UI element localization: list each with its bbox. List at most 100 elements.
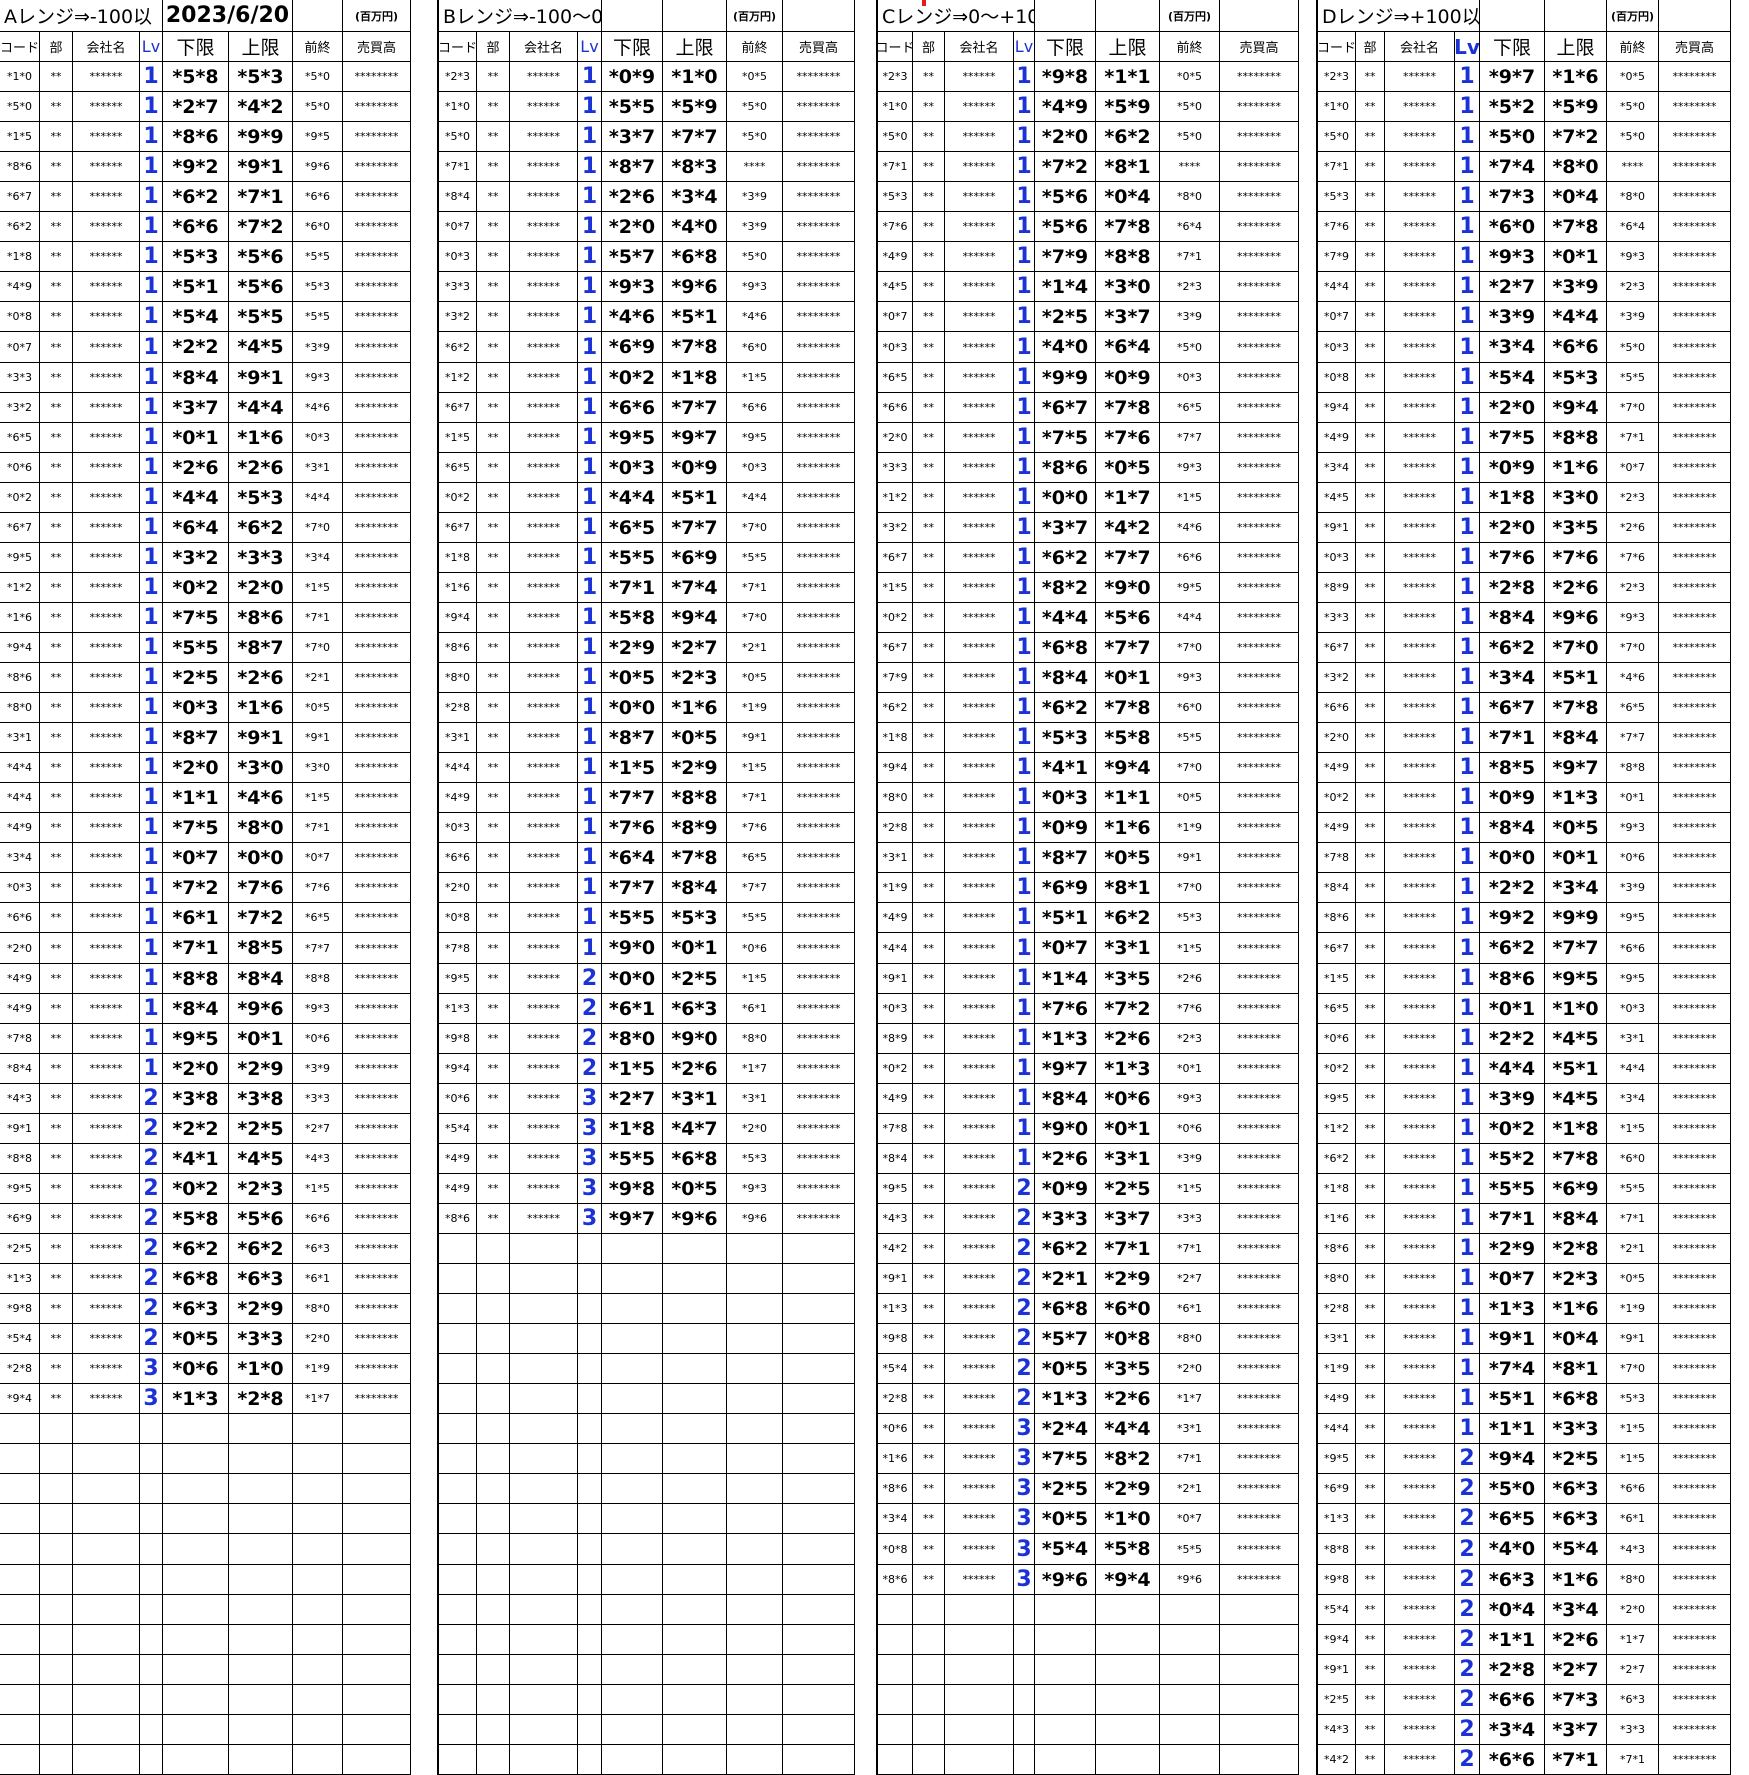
table-cell[interactable]: ********: [343, 393, 411, 423]
table-cell[interactable]: ******: [945, 332, 1014, 363]
empty-cell[interactable]: [140, 1745, 163, 1775]
table-cell[interactable]: *1*3: [437, 994, 477, 1024]
table-cell[interactable]: 3: [1014, 1444, 1035, 1474]
table-cell[interactable]: **: [40, 1204, 73, 1234]
table-cell[interactable]: 1: [1455, 1324, 1480, 1354]
table-cell[interactable]: *9*8: [1035, 62, 1096, 92]
table-cell[interactable]: ******: [1385, 1745, 1455, 1775]
table-cell[interactable]: *3*3: [1607, 1715, 1659, 1745]
table-cell[interactable]: *3*7: [1545, 1715, 1607, 1745]
table-cell[interactable]: *8*0: [437, 663, 477, 693]
empty-cell[interactable]: [140, 1534, 163, 1565]
empty-cell[interactable]: [293, 1565, 343, 1595]
table-cell[interactable]: **: [40, 1354, 73, 1384]
table-cell[interactable]: *5*3: [727, 1144, 783, 1174]
table-cell[interactable]: *8*1: [1545, 1354, 1607, 1384]
table-cell[interactable]: **: [1356, 1474, 1385, 1504]
table-cell[interactable]: 1: [1455, 573, 1480, 603]
table-cell[interactable]: ********: [343, 1204, 411, 1234]
table-cell[interactable]: *0*1: [1545, 843, 1607, 873]
table-cell[interactable]: 1: [140, 92, 163, 122]
table-cell[interactable]: *6*4: [1607, 212, 1659, 242]
table-cell[interactable]: ******: [510, 393, 578, 423]
table-cell[interactable]: ********: [1659, 302, 1731, 332]
table-cell[interactable]: ******: [945, 903, 1014, 933]
table-cell[interactable]: *8*6: [0, 663, 40, 693]
table-cell[interactable]: ********: [343, 573, 411, 603]
empty-cell[interactable]: [602, 1565, 663, 1595]
table-cell[interactable]: *5*8: [163, 1204, 229, 1234]
table-cell[interactable]: *2*3: [1607, 272, 1659, 302]
table-cell[interactable]: **: [40, 212, 73, 242]
table-cell[interactable]: ******: [73, 92, 140, 122]
table-cell[interactable]: ******: [945, 783, 1014, 813]
table-cell[interactable]: *2*1: [727, 633, 783, 663]
table-cell[interactable]: 1: [140, 964, 163, 994]
table-cell[interactable]: *6*6: [876, 393, 913, 423]
empty-cell[interactable]: [0, 1474, 40, 1504]
empty-cell[interactable]: [437, 1294, 477, 1324]
empty-cell[interactable]: [602, 1685, 663, 1715]
empty-cell[interactable]: [602, 1655, 663, 1685]
table-cell[interactable]: ******: [73, 453, 140, 483]
empty-cell[interactable]: [477, 1384, 510, 1414]
table-cell[interactable]: *0*8: [0, 302, 40, 332]
table-cell[interactable]: *8*6: [1316, 1234, 1356, 1264]
table-cell[interactable]: 3: [1014, 1474, 1035, 1504]
table-cell[interactable]: ******: [510, 483, 578, 513]
table-cell[interactable]: *8*5: [229, 933, 293, 964]
table-cell[interactable]: *4*9: [0, 994, 40, 1024]
table-cell[interactable]: *9*1: [876, 1264, 913, 1294]
table-cell[interactable]: ********: [1220, 723, 1299, 753]
empty-cell[interactable]: [663, 1324, 727, 1354]
empty-cell[interactable]: [1014, 1745, 1035, 1775]
table-cell[interactable]: *2*8: [1480, 1655, 1545, 1685]
table-cell[interactable]: *6*9: [1545, 1174, 1607, 1204]
table-cell[interactable]: *5*0: [293, 92, 343, 122]
table-cell[interactable]: *1*3: [1096, 1054, 1160, 1084]
table-cell[interactable]: ********: [1220, 1144, 1299, 1174]
table-cell[interactable]: ********: [1659, 693, 1731, 723]
table-cell[interactable]: *3*9: [1607, 302, 1659, 332]
table-cell[interactable]: ******: [73, 753, 140, 783]
table-cell[interactable]: *6*7: [1480, 693, 1545, 723]
table-cell[interactable]: *5*9: [1096, 92, 1160, 122]
table-cell[interactable]: ********: [1220, 182, 1299, 212]
table-cell[interactable]: *6*6: [163, 212, 229, 242]
table-cell[interactable]: *7*6: [1316, 212, 1356, 242]
table-cell[interactable]: **: [40, 903, 73, 933]
table-cell[interactable]: 1: [1455, 1054, 1480, 1084]
table-cell[interactable]: *7*4: [663, 573, 727, 603]
table-cell[interactable]: ********: [783, 1204, 855, 1234]
table-cell[interactable]: **: [913, 994, 945, 1024]
table-cell[interactable]: 1: [140, 933, 163, 964]
table-cell[interactable]: **: [913, 1024, 945, 1054]
empty-cell[interactable]: [229, 1534, 293, 1565]
table-cell[interactable]: 1: [1455, 1084, 1480, 1114]
table-cell[interactable]: *9*8: [0, 1294, 40, 1324]
table-cell[interactable]: *0*6: [1160, 1114, 1220, 1144]
table-cell[interactable]: *3*7: [163, 393, 229, 423]
table-cell[interactable]: ******: [510, 1204, 578, 1234]
table-cell[interactable]: *2*6: [229, 663, 293, 693]
table-cell[interactable]: **: [40, 1384, 73, 1414]
table-cell[interactable]: *7*8: [1545, 693, 1607, 723]
empty-cell[interactable]: [1096, 1595, 1160, 1625]
table-cell[interactable]: *1*6: [1545, 453, 1607, 483]
table-cell[interactable]: *6*6: [293, 1204, 343, 1234]
table-cell[interactable]: *2*6: [1096, 1384, 1160, 1414]
empty-cell[interactable]: [510, 1324, 578, 1354]
table-cell[interactable]: 1: [1014, 1084, 1035, 1114]
table-cell[interactable]: ********: [343, 633, 411, 663]
empty-cell[interactable]: [293, 1474, 343, 1504]
table-cell[interactable]: *5*1: [663, 302, 727, 332]
table-cell[interactable]: *2*6: [1545, 573, 1607, 603]
empty-cell[interactable]: [1160, 1745, 1220, 1775]
table-cell[interactable]: *3*1: [0, 723, 40, 753]
empty-cell[interactable]: [663, 1625, 727, 1655]
table-cell[interactable]: *5*0: [1607, 332, 1659, 363]
table-cell[interactable]: *1*6: [1545, 1565, 1607, 1595]
table-cell[interactable]: *5*0: [1607, 122, 1659, 152]
table-cell[interactable]: 1: [140, 663, 163, 693]
empty-cell[interactable]: [437, 1565, 477, 1595]
